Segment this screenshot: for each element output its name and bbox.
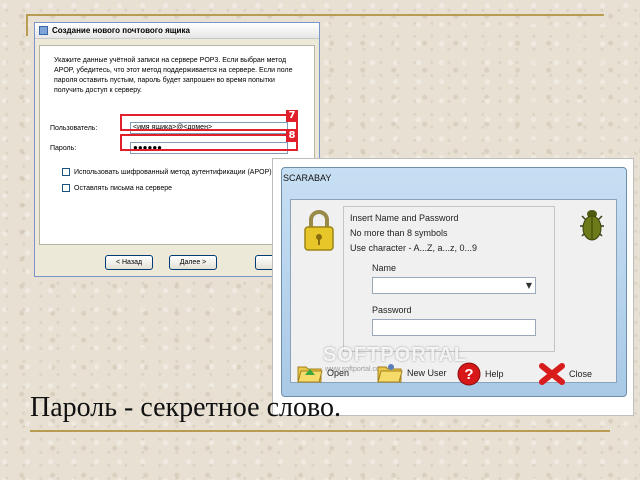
open-folder-icon [297, 366, 323, 383]
user-highlight-box [120, 114, 298, 131]
keep-mail-checkbox-row[interactable]: Оставлять письма на сервере [62, 184, 172, 192]
scarabay-content: Insert Name and Password No more than 8 … [290, 199, 617, 386]
info-line-2: No more than 8 symbols [350, 228, 448, 238]
name-select[interactable]: ▼ [372, 277, 536, 294]
help-icon: ? [457, 362, 481, 386]
apop-checkbox-row[interactable]: Использовать шифрованный метод аутентифи… [62, 168, 272, 176]
slide-caption: Пароль - секретное слово. [30, 392, 341, 423]
open-button[interactable]: Open [297, 362, 349, 384]
apop-checkbox-label: Использовать шифрованный метод аутентифи… [74, 168, 272, 176]
password-label: Пароль: [50, 144, 77, 152]
marker-8: 8 [286, 130, 298, 142]
help-button[interactable]: ? Help [457, 362, 504, 386]
decorative-left-rule [26, 14, 28, 36]
svg-text:?: ? [464, 366, 473, 383]
apop-checkbox[interactable] [62, 168, 70, 176]
back-button[interactable]: < Назад [105, 255, 153, 270]
keep-mail-checkbox[interactable] [62, 184, 70, 192]
mail-app-icon [39, 26, 48, 35]
keep-mail-checkbox-label: Оставлять письма на сервере [74, 184, 173, 192]
dialog-description: Укажите данные учётной записи на сервере… [54, 57, 293, 94]
scarabay-title: SCARABAY [283, 173, 332, 183]
password-label: Password [372, 305, 412, 315]
close-icon [539, 363, 565, 385]
scarabay-window: SCARABAY Insert Name and Password No mor… [272, 158, 634, 416]
help-button-label: Help [485, 369, 504, 379]
new-user-button[interactable]: New User [377, 362, 447, 384]
open-button-label: Open [327, 368, 350, 378]
decorative-bottom-rule [30, 430, 610, 432]
marker-7: 7 [286, 110, 298, 122]
name-label: Name [372, 263, 397, 273]
info-line-3: Use character - A...Z, a...z, 0...9 [350, 243, 478, 253]
new-user-button-label: New User [407, 368, 447, 378]
lock-icon [304, 210, 334, 251]
info-line-1: Insert Name and Password [350, 213, 459, 223]
close-button-label: Close [569, 369, 593, 379]
credentials-group: Insert Name and Password No more than 8 … [343, 206, 555, 352]
dialog-titlebar: Создание нового почтового ящика [35, 23, 319, 39]
chevron-down-icon[interactable]: ▼ [526, 281, 532, 290]
password-highlight-box [120, 134, 298, 151]
user-label: Пользователь: [50, 124, 98, 132]
close-button[interactable]: Close [539, 362, 592, 386]
new-user-folder-icon [377, 364, 403, 383]
scarab-beetle-icon [580, 210, 604, 241]
next-button[interactable]: Далее > [169, 255, 217, 270]
password-input[interactable] [372, 319, 536, 336]
dialog-title: Создание нового почтового ящика [52, 26, 190, 35]
decorative-top-rule [26, 14, 604, 16]
